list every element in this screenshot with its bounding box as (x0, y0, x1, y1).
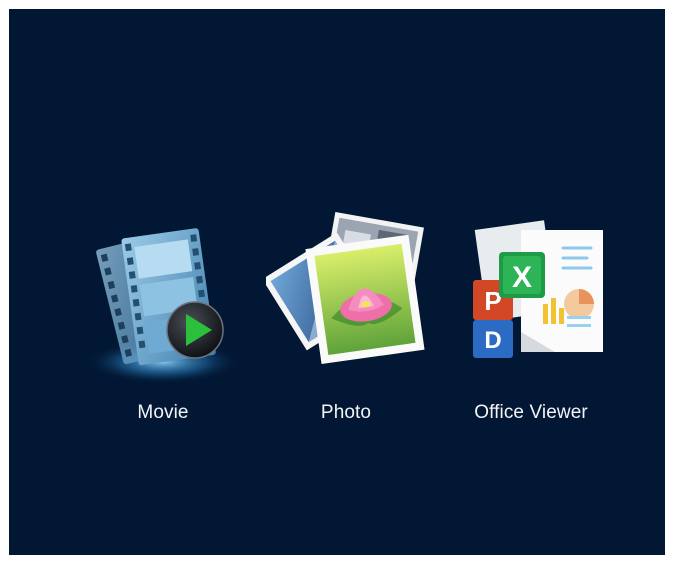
home-screen: Movie Photo P D X Office Viewer (9, 9, 665, 555)
photo-label: Photo (320, 402, 372, 423)
play-button-icon (166, 301, 224, 359)
movie-label: Movie (137, 402, 189, 423)
photo-app-tile[interactable]: Photo (256, 212, 436, 442)
word-icon: D (473, 320, 513, 358)
svg-text:D: D (484, 327, 501, 354)
movie-icon[interactable] (83, 212, 243, 382)
office-documents-icon[interactable]: P D X (451, 212, 611, 382)
excel-icon: X (499, 252, 545, 298)
office-viewer-label: Office Viewer (474, 402, 588, 423)
photo-icon[interactable] (266, 212, 426, 382)
movie-app-tile[interactable]: Movie (73, 212, 253, 442)
svg-text:X: X (512, 261, 532, 294)
office-viewer-app-tile[interactable]: P D X Office Viewer (441, 212, 621, 442)
